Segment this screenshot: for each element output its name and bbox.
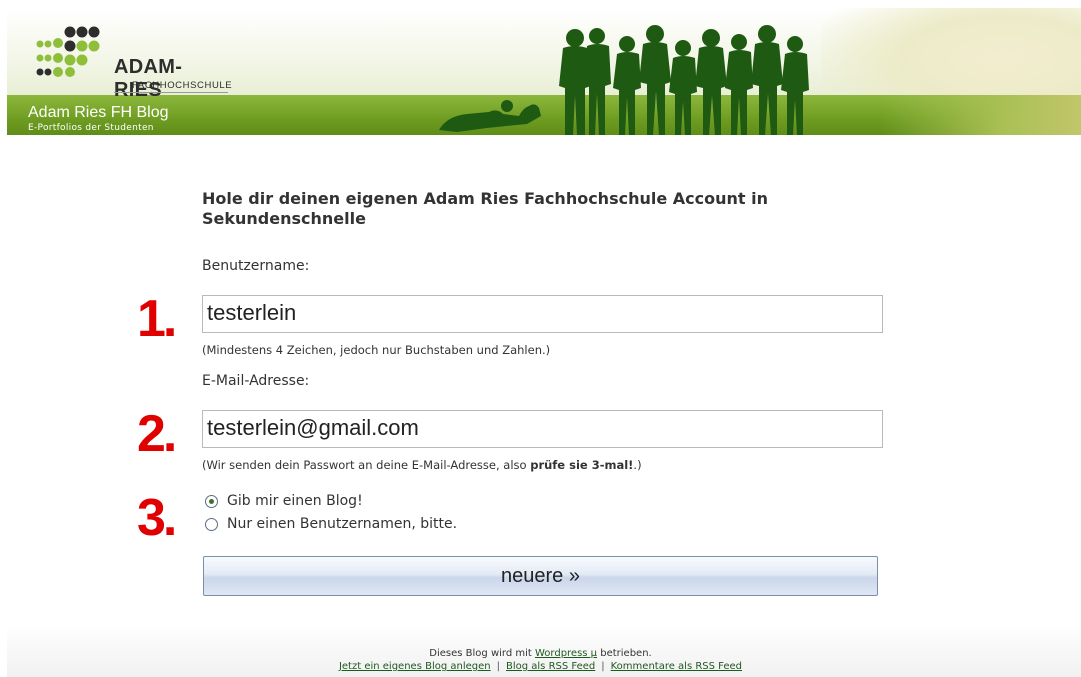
blog-subtitle: E-Portfolios der Studenten [28,123,154,133]
username-hint: (Mindestens 4 Zeichen, jedoch nur Buchst… [202,343,551,357]
username-field[interactable]: testerlein [202,295,883,333]
email-hint-bold: prüfe sie 3-mal! [530,458,634,472]
option-username-only[interactable]: Nur einen Benutzernamen, bitte. [205,514,457,534]
step-1-annotation: 1. [137,290,177,348]
option-blog-label: Gib mir einen Blog! [227,493,363,509]
email-label: E-Mail-Adresse: [202,373,310,389]
logo-rule [114,92,228,93]
email-field[interactable]: testerlein@gmail.com [202,410,883,448]
logo-dots-icon [36,26,100,77]
option-username-only-label: Nur einen Benutzernamen, bitte. [227,516,458,532]
footer-powered-by: Dieses Blog wird mit Wordpress µ betrieb… [0,648,1081,659]
logo[interactable]: ADAM-RIES FACHHOCHSCHULE [24,18,232,101]
email-hint-pre: (Wir senden dein Passwort an deine E-Mai… [202,458,531,472]
blog-title[interactable]: Adam Ries FH Blog [28,104,169,122]
footer-text-pre: Dieses Blog wird mit [429,648,535,659]
radio-blog[interactable] [205,494,218,508]
blog-rss-link[interactable]: Blog als RSS Feed [506,661,595,672]
footer-text-post: betrieben. [597,648,652,659]
step-2-annotation: 2. [137,405,177,463]
username-label: Benutzername: [202,258,310,274]
create-blog-link[interactable]: Jetzt ein eigenes Blog anlegen [339,661,491,672]
footer-links: Jetzt ein eigenes Blog anlegen | Blog als … [0,661,1081,672]
header-banner: ADAM-RIES FACHHOCHSCHULE Adam Ries FH Bl… [7,8,1081,135]
email-hint-post: .) [633,458,642,472]
footer-separator: | [601,661,605,672]
people-silhouettes-icon [439,25,809,135]
comments-rss-link[interactable]: Kommentare als RSS Feed [611,661,742,672]
radio-username-only[interactable] [205,517,218,531]
email-hint: (Wir senden dein Passwort an deine E-Mai… [202,458,642,472]
footer-separator: | [496,661,500,672]
logo-subtitle: FACHHOCHSCHULE [132,80,233,91]
header-grass-fade [881,95,1081,135]
option-blog[interactable]: Gib mir einen Blog! [205,491,363,511]
logo-title: ADAM-RIES [114,56,183,101]
wordpress-link[interactable]: Wordpress µ [535,648,597,659]
step-3-annotation: 3. [137,489,177,547]
page-title: Hole dir deinen eigenen Adam Ries Fachho… [202,189,768,228]
submit-button[interactable]: neuere » [203,556,878,596]
